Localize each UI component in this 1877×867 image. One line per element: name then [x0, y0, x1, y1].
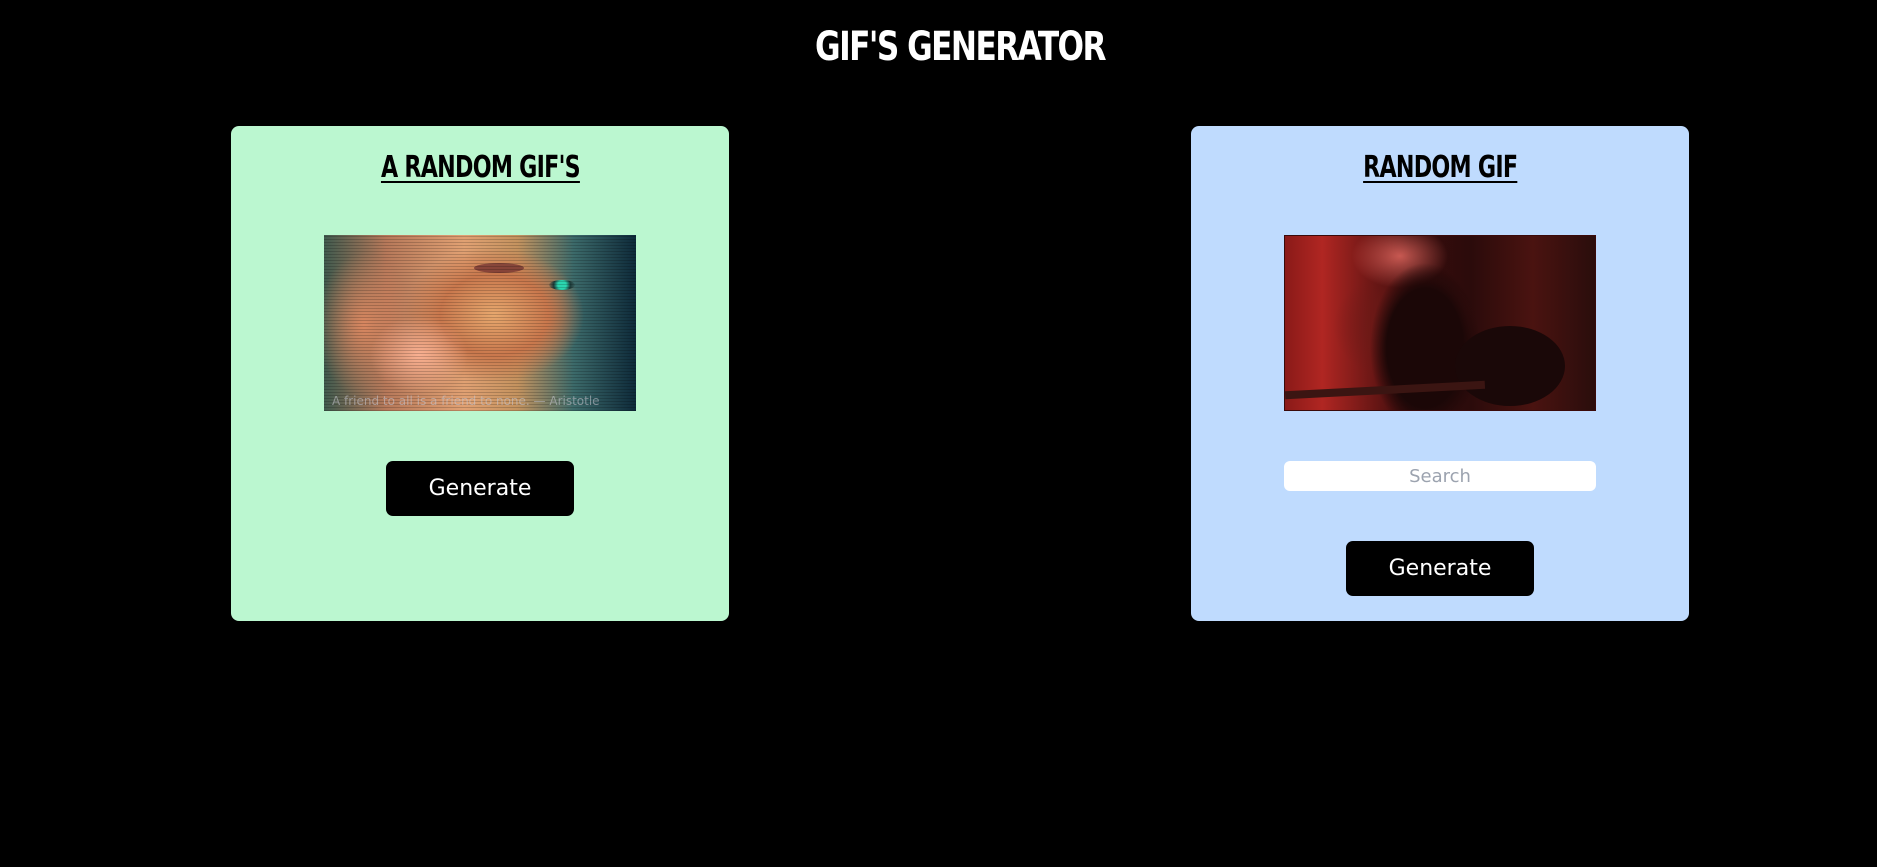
tag-gif-heading: RANDOM GIF — [1191, 148, 1689, 188]
tag-gif-image — [1284, 235, 1596, 411]
tag-generate-button[interactable]: Generate — [1346, 541, 1534, 596]
random-gif-heading: A RANDOM GIF'S — [231, 148, 729, 188]
tag-gif-heading-text: RANDOM GIF — [1362, 150, 1518, 185]
random-generate-button[interactable]: Generate — [386, 461, 574, 516]
search-input[interactable] — [1284, 461, 1596, 491]
random-gif-heading-text: A RANDOM GIF'S — [380, 150, 581, 185]
gif-scanlines — [324, 235, 636, 411]
gif-guitar-body-shape — [1455, 326, 1565, 406]
page-title: GIF'S GENERATOR — [815, 24, 1107, 70]
random-gif-card: A RANDOM GIF'S A friend to all is a frie… — [231, 126, 729, 621]
tag-gif-card: RANDOM GIF Generate — [1191, 126, 1689, 621]
gif-caption: A friend to all is a friend to none. — A… — [332, 394, 600, 408]
random-gif-image: A friend to all is a friend to none. — A… — [324, 235, 636, 411]
